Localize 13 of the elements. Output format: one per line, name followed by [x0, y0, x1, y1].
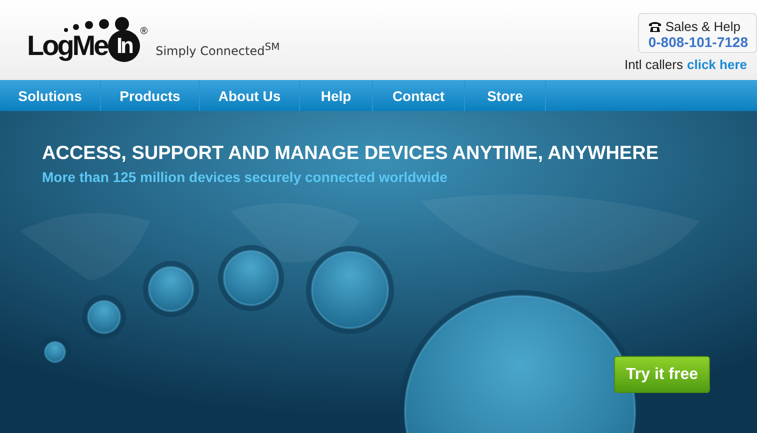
telephone-icon: [649, 21, 662, 32]
registered-mark: ®: [140, 26, 148, 37]
click-here-link[interactable]: click here: [687, 57, 747, 72]
hero-headline: ACCESS, SUPPORT AND MANAGE DEVICES ANYTIME, ANYWHERE: [42, 143, 660, 165]
hero-subline: More than 125 million devices securely connected worldwide: [42, 169, 448, 185]
logo-text: LogMe: [27, 30, 108, 62]
intl-callers-text: Intl callers: [624, 57, 683, 72]
sales-label: Sales & Help: [665, 19, 741, 34]
tagline: Simply Connected$^{SM}$: [156, 42, 280, 58]
phone-number: 0-808-101-7128: [648, 34, 748, 50]
logo-badge: In: [108, 30, 140, 62]
try-it-free-button[interactable]: Try it free: [614, 356, 710, 393]
logo-dots-icon: [62, 16, 132, 34]
